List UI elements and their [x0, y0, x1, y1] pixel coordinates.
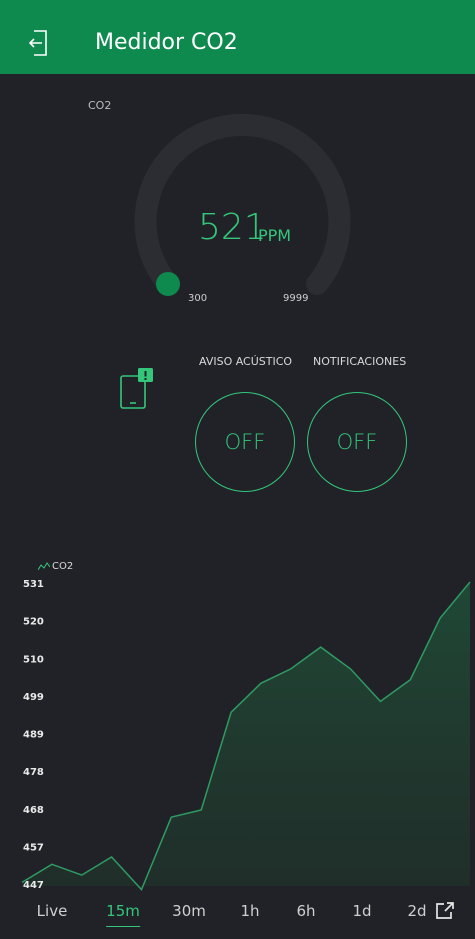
y-tick-label: 510 [23, 654, 44, 665]
gauge-label: CO2 [88, 99, 112, 112]
series-area [22, 582, 470, 890]
y-tick-label: 489 [23, 730, 44, 741]
gauge-track [134, 113, 351, 295]
range-1h[interactable]: 1h [240, 902, 259, 926]
notificaciones-button[interactable]: OFF [307, 392, 407, 492]
y-tick-label: 520 [23, 617, 44, 628]
page-title: Medidor CO2 [95, 30, 238, 55]
gauge-min: 300 [188, 293, 208, 304]
y-tick-label: 531 [23, 579, 44, 590]
range-6h[interactable]: 6h [296, 902, 315, 926]
app-header: Medidor CO2 [0, 0, 475, 74]
gauge-unit: PPM [258, 226, 292, 245]
range-15m[interactable]: 15m [106, 902, 140, 927]
range-30m[interactable]: 30m [172, 902, 206, 926]
y-tick-label: 447 [23, 880, 44, 891]
gauge-value: 521 [198, 207, 267, 248]
aviso-acustico-label: AVISO ACÚSTICO [199, 355, 293, 368]
notificaciones-label: NOTIFICACIONES [313, 355, 407, 368]
y-tick-label: 457 [23, 842, 44, 853]
range-2d[interactable]: 2d [407, 902, 426, 926]
range-live[interactable]: Live [37, 902, 68, 926]
y-tick-label: 478 [23, 767, 44, 778]
exit-icon[interactable] [28, 27, 50, 59]
co2-chart: 531 520 510 499 489 478 468 457 447 [21, 579, 471, 891]
expand-icon[interactable] [435, 902, 455, 920]
range-1d[interactable]: 1d [352, 902, 371, 926]
y-tick-label: 499 [23, 692, 44, 703]
time-range-selector: Live 15m 30m 1h 6h 1d 2d [0, 902, 475, 932]
aviso-acustico-button[interactable]: OFF [195, 392, 295, 492]
phone-notification-icon [120, 368, 153, 409]
y-tick-label: 468 [23, 805, 44, 816]
gauge-indicator [156, 272, 180, 296]
gauge-max: 9999 [283, 293, 309, 304]
